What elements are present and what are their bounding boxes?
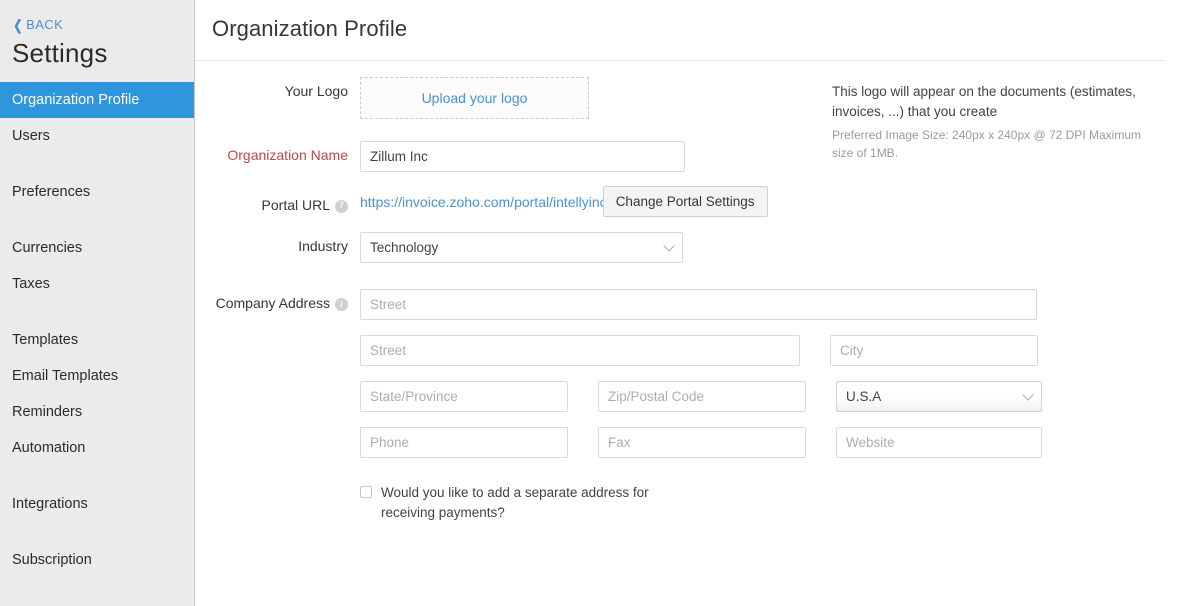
website-input[interactable]: [836, 427, 1042, 458]
portal-url-field: https://invoice.zoho.com/portal/intellyi…: [360, 186, 1180, 217]
sidebar-group-divider: [0, 210, 194, 230]
logo-note-main: This logo will appear on the documents (…: [832, 84, 1136, 119]
question-mark-icon[interactable]: ?: [335, 199, 348, 213]
logo-note-sub: Preferred Image Size: 240px x 240px @ 72…: [832, 128, 1141, 160]
portal-url-link[interactable]: https://invoice.zoho.com/portal/intellyi…: [360, 194, 607, 210]
settings-sidebar: ❮ BACK Settings Organization Profile Use…: [0, 0, 195, 606]
sidebar-item-label: Currencies: [12, 240, 83, 256]
back-label: BACK: [26, 17, 64, 32]
form-row-portal-url: Portal URL ? https://invoice.zoho.com/po…: [195, 186, 1180, 217]
your-logo-label-text: Your Logo: [284, 83, 348, 99]
logo-help-text: This logo will appear on the documents (…: [832, 82, 1162, 162]
sidebar-item-integrations[interactable]: Integrations: [0, 486, 194, 522]
industry-field: Technology: [360, 232, 1180, 263]
sidebar-item-label: Organization Profile: [12, 92, 140, 108]
separate-address-label[interactable]: Would you like to add a separate address…: [381, 483, 681, 523]
portal-url-label: Portal URL ?: [195, 191, 360, 213]
sidebar-item-automation[interactable]: Automation: [0, 430, 194, 466]
company-address-label-text: Company Address: [215, 295, 330, 311]
country-select-wrapper: U.S.A: [836, 381, 1042, 412]
sidebar-group-divider: [0, 154, 194, 174]
portal-url-label-text: Portal URL: [261, 196, 330, 213]
country-select[interactable]: U.S.A: [836, 381, 1042, 412]
settings-page: ❮ BACK Settings Organization Profile Use…: [0, 0, 1180, 606]
sidebar-item-preferences[interactable]: Preferences: [0, 174, 194, 210]
sidebar-item-label: Users: [12, 128, 50, 144]
sidebar-item-email-templates[interactable]: Email Templates: [0, 358, 194, 394]
sidebar-item-label: Preferences: [12, 184, 91, 200]
chevron-left-icon: ❮: [13, 16, 23, 33]
sidebar-item-label: Subscription: [12, 552, 92, 568]
company-address-fields: U.S.A Would you l: [360, 289, 1180, 523]
sidebar-nav: Organization Profile Users Preferences C…: [0, 82, 194, 578]
page-header: Organization Profile: [195, 0, 1180, 60]
sidebar-item-currencies[interactable]: Currencies: [0, 230, 194, 266]
city-input[interactable]: [830, 335, 1038, 366]
back-link[interactable]: ❮ BACK: [0, 0, 194, 32]
industry-select[interactable]: Technology: [360, 232, 683, 263]
separate-address-row: Would you like to add a separate address…: [360, 483, 1180, 523]
sidebar-item-organization-profile[interactable]: Organization Profile: [0, 82, 194, 118]
settings-heading: Settings: [12, 38, 108, 68]
upload-logo-label: Upload your logo: [421, 90, 528, 106]
sidebar-item-templates[interactable]: Templates: [0, 322, 194, 358]
your-logo-label: Your Logo: [195, 77, 360, 99]
form-row-industry: Industry Technology: [195, 232, 1180, 263]
street-input-2[interactable]: [360, 335, 800, 366]
industry-label: Industry: [195, 232, 360, 254]
sidebar-item-label: Taxes: [12, 276, 50, 292]
industry-label-text: Industry: [298, 238, 348, 254]
sidebar-group-divider: [0, 302, 194, 322]
header-divider: [195, 60, 1165, 61]
phone-input[interactable]: [360, 427, 568, 458]
sidebar-item-label: Reminders: [12, 404, 83, 420]
sidebar-item-reminders[interactable]: Reminders: [0, 394, 194, 430]
info-icon[interactable]: i: [335, 298, 348, 311]
zip-postal-code-input[interactable]: [598, 381, 806, 412]
address-line-street-city: [360, 335, 1180, 366]
main-content: Organization Profile This logo will appe…: [195, 0, 1180, 606]
form-row-company-address: Company Address i Street Street City Sta…: [195, 289, 1180, 523]
sidebar-group-divider: [0, 466, 194, 486]
address-line-state-zip-country: U.S.A: [360, 381, 1180, 412]
change-portal-settings-button[interactable]: Change Portal Settings: [602, 186, 768, 217]
organization-name-input[interactable]: [360, 141, 685, 172]
address-line-street-full: [360, 289, 1180, 320]
separate-address-checkbox[interactable]: [360, 486, 372, 498]
sidebar-item-label: Templates: [12, 332, 79, 348]
sidebar-group-divider: [0, 522, 194, 542]
sidebar-item-label: Automation: [12, 440, 86, 456]
industry-select-wrapper: Technology: [360, 232, 683, 263]
street-input-1[interactable]: [360, 289, 1037, 320]
sidebar-item-subscription[interactable]: Subscription: [0, 542, 194, 578]
fax-input[interactable]: [598, 427, 806, 458]
page-title: Organization Profile: [212, 16, 408, 41]
upload-logo-button[interactable]: Upload your logo: [360, 77, 589, 119]
sidebar-item-label: Integrations: [12, 496, 88, 512]
address-line-phone-fax-website: [360, 427, 1180, 458]
organization-name-label: Organization Name: [195, 141, 360, 163]
sidebar-item-taxes[interactable]: Taxes: [0, 266, 194, 302]
organization-name-label-text: Organization Name: [227, 147, 348, 163]
company-address-label: Company Address i: [195, 289, 360, 311]
state-province-input[interactable]: [360, 381, 568, 412]
sidebar-item-label: Email Templates: [12, 368, 119, 384]
sidebar-item-users[interactable]: Users: [0, 118, 194, 154]
